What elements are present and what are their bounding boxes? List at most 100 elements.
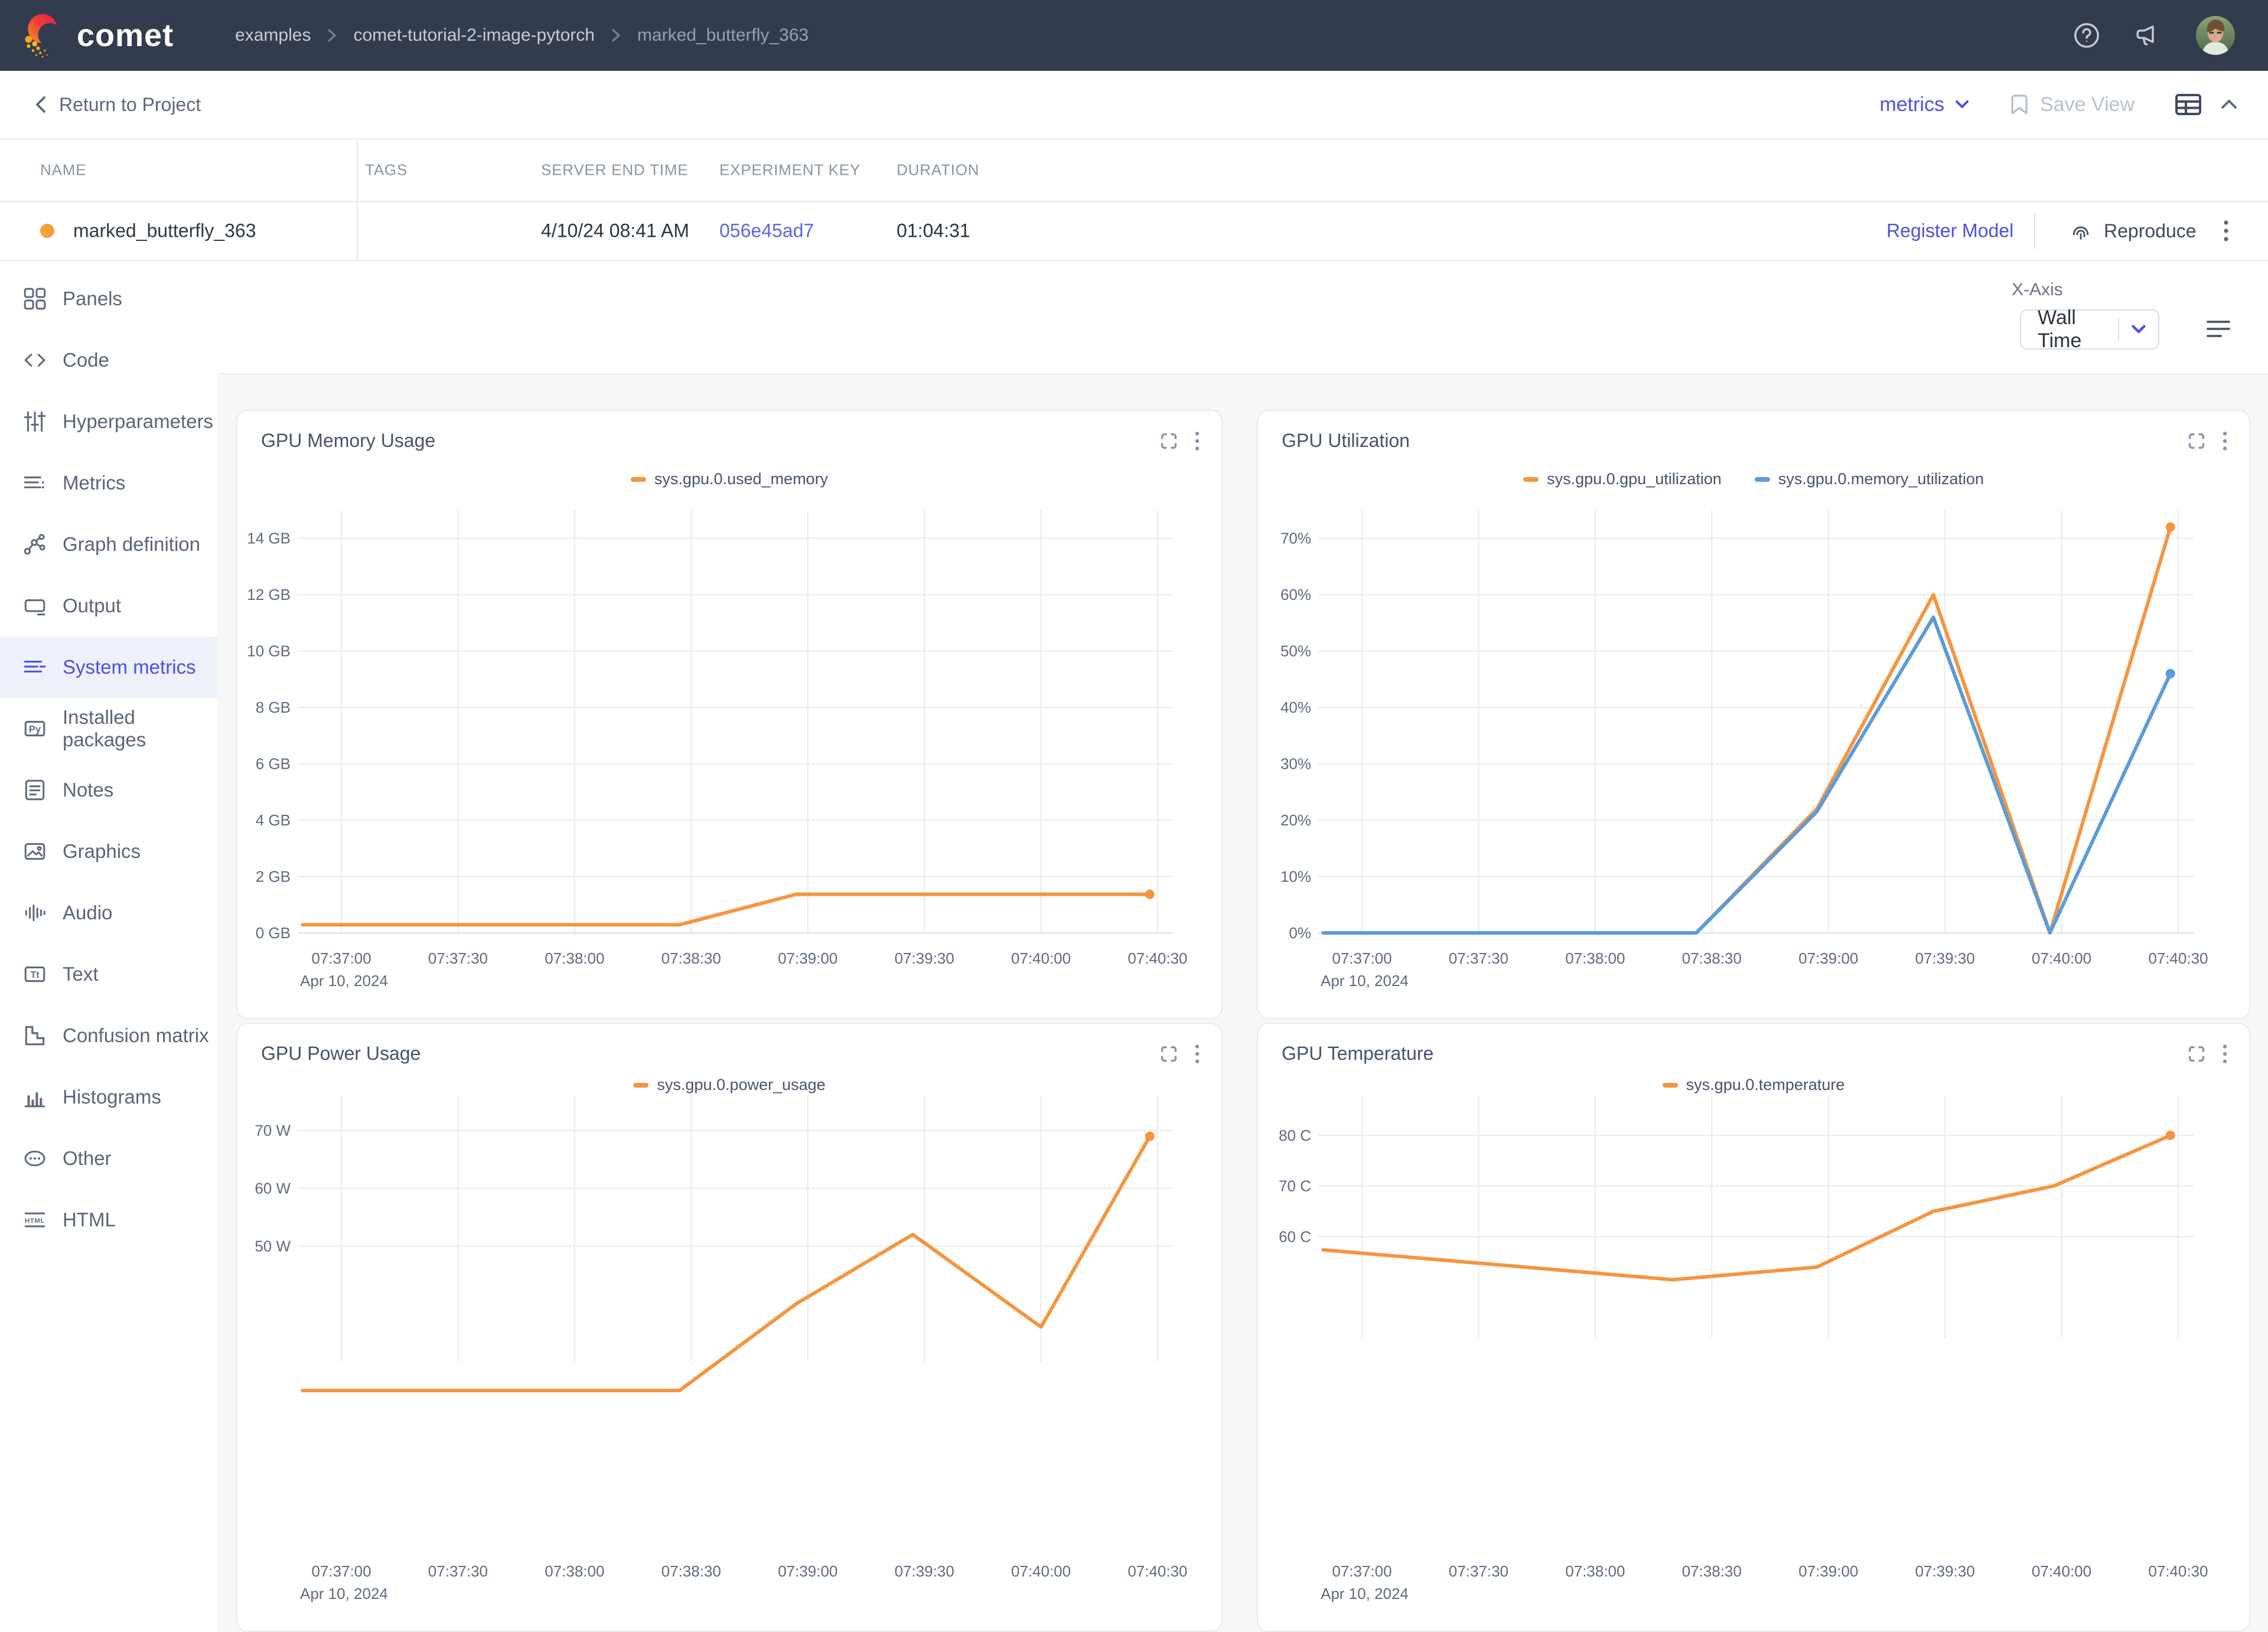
chart-controls-strip: X-Axis Wall Time — [217, 261, 2268, 373]
svg-text:07:39:30: 07:39:30 — [1915, 949, 1974, 967]
svg-text:07:39:00: 07:39:00 — [778, 1562, 838, 1580]
svg-text:07:40:30: 07:40:30 — [2148, 949, 2208, 967]
filter-lines-icon[interactable] — [2207, 319, 2230, 339]
avatar[interactable] — [2196, 16, 2235, 55]
sidebar-item-output[interactable]: Output — [0, 575, 217, 637]
experiment-key-link[interactable]: 056e45ad7 — [719, 220, 814, 242]
sidebar-item-code[interactable]: Code — [0, 329, 217, 391]
sidebar-item-graphics[interactable]: Graphics — [0, 821, 217, 882]
svg-text:Apr 10, 2024: Apr 10, 2024 — [300, 972, 388, 990]
legend-dash-icon — [631, 477, 646, 482]
svg-text:2 GB: 2 GB — [256, 868, 291, 886]
svg-text:07:39:00: 07:39:00 — [1798, 949, 1858, 967]
other-icon — [22, 1146, 47, 1171]
svg-text:70%: 70% — [1280, 530, 1311, 547]
column-header[interactable]: DURATION — [897, 161, 979, 179]
sidebar-item-label: Panels — [63, 288, 122, 310]
announcements-icon[interactable] — [2133, 21, 2163, 50]
fullscreen-icon[interactable] — [2186, 431, 2207, 451]
chart-kebab-menu-icon[interactable] — [2222, 1044, 2228, 1064]
breadcrumb-item: marked_butterfly_363 — [637, 25, 809, 45]
register-model-button[interactable]: Register Model — [1886, 220, 2013, 242]
save-view-button[interactable]: Save View — [2009, 93, 2135, 116]
legend-dash-icon — [1663, 1083, 1678, 1088]
fullscreen-icon[interactable] — [1159, 431, 1179, 451]
x-axis-select-value: Wall Time — [2038, 306, 2118, 352]
row-kebab-menu-icon[interactable] — [2223, 220, 2229, 242]
collapse-chevron-icon[interactable] — [2221, 99, 2237, 110]
sidebar-item-html[interactable]: HTML HTML — [0, 1189, 217, 1251]
comet-logo-text: comet — [77, 17, 174, 54]
sidebar-item-notes[interactable]: Notes — [0, 759, 217, 821]
legend-item[interactable]: sys.gpu.0.used_memory — [631, 470, 828, 488]
view-dropdown[interactable]: metrics — [1879, 93, 1969, 116]
graphics-icon — [22, 839, 47, 864]
chart-kebab-menu-icon[interactable] — [1194, 1044, 1200, 1064]
return-to-project-button[interactable]: Return to Project — [35, 94, 201, 116]
sidebar-item-graph-definition[interactable]: Graph definition — [0, 514, 217, 575]
svg-text:07:37:00: 07:37:00 — [1332, 1562, 1392, 1580]
sidebar-item-panels[interactable]: Panels — [0, 268, 217, 329]
sidebar-item-confusion-matrix[interactable]: Confusion matrix — [0, 1005, 217, 1066]
main-content: X-Axis Wall Time 0 GB2 GB4 GB6 GB8 GB10 … — [217, 261, 2268, 1275]
table-view-icon[interactable] — [2175, 93, 2202, 116]
sidebar-item-label: Graphics — [63, 840, 141, 863]
hyperparameters-icon — [22, 409, 47, 434]
sidebar-item-system-metrics[interactable]: System metrics — [0, 637, 217, 698]
svg-text:07:38:00: 07:38:00 — [1565, 949, 1625, 967]
duration: 01:04:31 — [897, 220, 970, 242]
sidebar-item-label: Code — [63, 349, 109, 371]
experiments-table: NAME TAGS SERVER END TIME EXPERIMENT KEY DUR… — [0, 139, 2268, 261]
fullscreen-icon[interactable] — [1159, 1044, 1179, 1064]
legend-item[interactable]: sys.gpu.0.temperature — [1663, 1076, 1845, 1094]
sidebar-item-hyperparameters[interactable]: Hyperparameters — [0, 391, 217, 452]
svg-text:07:40:30: 07:40:30 — [1128, 949, 1187, 967]
fullscreen-icon[interactable] — [2186, 1044, 2207, 1064]
svg-text:80 C: 80 C — [1279, 1127, 1311, 1144]
legend-label: sys.gpu.0.used_memory — [654, 470, 828, 488]
sidebar-item-label: HTML — [63, 1209, 116, 1231]
column-header[interactable]: EXPERIMENT KEY — [719, 161, 861, 179]
svg-text:Apr 10, 2024: Apr 10, 2024 — [1321, 972, 1409, 990]
system-metrics-icon — [22, 655, 47, 680]
column-header[interactable]: NAME — [40, 161, 86, 179]
view-dropdown-value: metrics — [1879, 93, 1944, 116]
comet-logo[interactable]: comet — [21, 9, 174, 61]
svg-text:HTML: HTML — [25, 1218, 45, 1225]
sidebar-item-metrics[interactable]: Metrics — [0, 452, 217, 514]
column-divider — [357, 139, 358, 261]
x-axis-select[interactable]: Wall Time — [2020, 309, 2159, 350]
svg-text:14 GB: 14 GB — [247, 530, 291, 547]
breadcrumb-item[interactable]: comet-tutorial-2-image-pytorch — [353, 25, 594, 45]
breadcrumb-item[interactable]: examples — [235, 25, 311, 45]
sidebar-item-audio[interactable]: Audio — [0, 882, 217, 944]
chevron-down-icon — [1955, 100, 1969, 109]
legend-dash-icon — [1755, 477, 1770, 482]
legend-item[interactable]: sys.gpu.0.memory_utilization — [1755, 470, 1984, 488]
table-row[interactable]: marked_butterfly_363 4/10/24 08:41 AM 05… — [0, 202, 2268, 261]
experiment-name[interactable]: marked_butterfly_363 — [73, 220, 256, 242]
sidebar-item-text[interactable]: TtText — [0, 944, 217, 1005]
audio-icon — [22, 900, 47, 925]
help-icon[interactable] — [2073, 22, 2100, 49]
chart-kebab-menu-icon[interactable] — [1194, 431, 1200, 451]
chart-kebab-menu-icon[interactable] — [2222, 431, 2228, 451]
reproduce-button[interactable]: Reproduce — [2070, 220, 2197, 242]
sidebar-item-installed-packages[interactable]: PyInstalled packages — [0, 698, 217, 759]
svg-text:6 GB: 6 GB — [256, 755, 291, 773]
sidebar-item-label: Metrics — [63, 472, 125, 494]
sidebar-item-other[interactable]: Other — [0, 1128, 217, 1189]
sidebar-item-histograms[interactable]: Histograms — [0, 1066, 217, 1128]
column-header[interactable]: SERVER END TIME — [541, 161, 688, 179]
svg-text:10 GB: 10 GB — [247, 642, 291, 660]
svg-text:Tt: Tt — [31, 970, 40, 980]
column-header[interactable]: TAGS — [365, 161, 408, 179]
sidebar-item-label: Other — [63, 1147, 112, 1170]
html-icon: HTML — [22, 1207, 47, 1232]
sidebar-item-label: Confusion matrix — [63, 1024, 209, 1047]
legend-item[interactable]: sys.gpu.0.power_usage — [633, 1076, 825, 1094]
top-nav: comet examples comet-tutorial-2-image-pyt… — [0, 0, 2268, 71]
legend-item[interactable]: sys.gpu.0.gpu_utilization — [1523, 470, 1722, 488]
fingerprint-icon — [2070, 220, 2092, 242]
svg-text:07:38:30: 07:38:30 — [1682, 1562, 1742, 1580]
